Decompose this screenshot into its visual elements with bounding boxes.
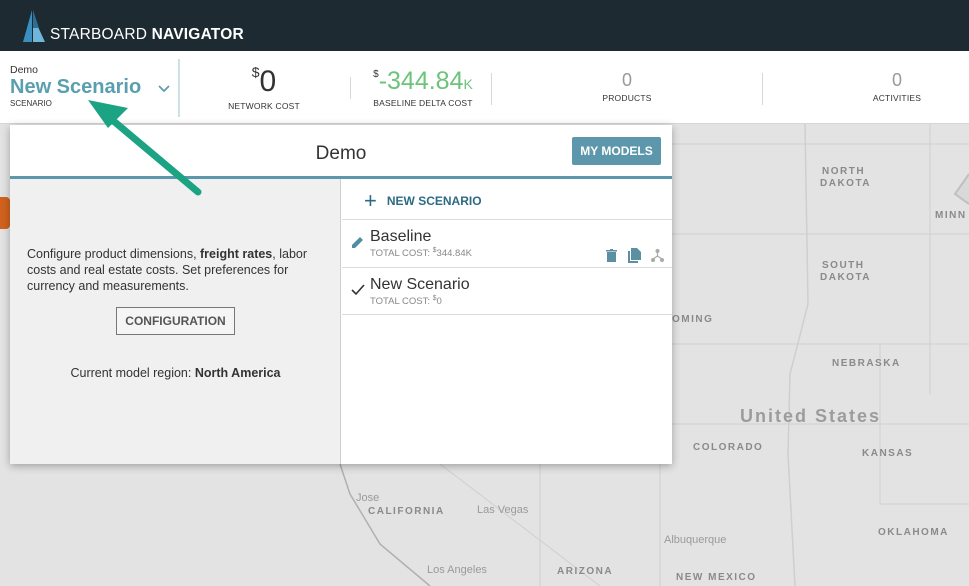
scenario-label: SCENARIO — [10, 99, 52, 108]
map-label: Los Angeles — [427, 564, 487, 576]
stats-bar: Demo New Scenario SCENARIO $0 NETWORK CO… — [0, 51, 969, 124]
map-label: NEW MEXICO — [676, 572, 757, 583]
plus-icon: + — [364, 188, 377, 213]
baseline-delta-stat: $-344.84K BASELINE DELTA COST — [360, 69, 486, 109]
scenario-selector[interactable]: Demo New Scenario SCENARIO — [0, 51, 180, 124]
scenario-row-baseline[interactable]: Baseline TOTAL COST: $344.84K — [342, 220, 672, 267]
baseline-delta-number: -344.84 — [378, 67, 464, 95]
baseline-delta-suffix: K — [463, 76, 473, 92]
map-label: COLORADO — [693, 442, 764, 453]
network-cost-stat: $0 NETWORK COST — [218, 65, 310, 111]
map-label: DAKOTA — [820, 272, 872, 283]
activities-label: ACTIVITIES — [872, 93, 922, 103]
trash-icon[interactable] — [604, 248, 619, 263]
scenario-model-name: Demo — [10, 64, 39, 76]
scenario-name: New Scenario — [370, 276, 470, 293]
scenario-name: Baseline — [370, 228, 432, 245]
map-label: KANSAS — [862, 448, 914, 459]
divider — [491, 73, 492, 105]
network-cost-label: NETWORK COST — [228, 101, 300, 111]
products-label: PRODUCTS — [602, 93, 652, 103]
brand-light-text: STARBOARD — [50, 26, 152, 43]
map-label: SOUTH — [822, 260, 865, 271]
baseline-delta-value: $-344.84K — [360, 69, 486, 94]
divider — [342, 314, 672, 315]
map-label: MINN — [935, 210, 967, 221]
region-prefix: Current model region: — [70, 366, 195, 380]
activities-value: 0 — [891, 70, 902, 90]
configuration-pane: Configure product dimensions, freight ra… — [10, 179, 341, 464]
config-text-part: Configure product dimensions, — [27, 247, 201, 261]
cost-suffix: K — [465, 248, 472, 259]
map-label: Albuquerque — [664, 534, 727, 546]
map-label: OKLAHOMA — [878, 527, 949, 538]
currency-symbol: $ — [251, 64, 260, 80]
region-value: North America — [194, 366, 281, 380]
map-label: NORTH — [822, 166, 866, 177]
scenario-panel: Demo MY MODELS Configure product dimensi… — [10, 125, 672, 464]
new-scenario-label: NEW SCENARIO — [386, 194, 482, 208]
app-header: STARBOARD NAVIGATOR — [0, 0, 969, 51]
scenario-name: New Scenario — [10, 76, 142, 98]
scenario-total-cost: TOTAL COST: $0 — [370, 295, 442, 307]
map-label: OMING — [672, 314, 714, 325]
sailboat-logo-icon — [23, 10, 45, 42]
my-models-button[interactable]: MY MODELS — [572, 137, 661, 165]
map-label: ARIZONA — [557, 566, 614, 577]
network-cost-value: $0 — [218, 65, 310, 97]
cost-value: 344.84 — [436, 248, 466, 259]
map-label: Jose — [356, 492, 380, 504]
scenario-total-cost: TOTAL COST: $344.84K — [370, 247, 472, 259]
scenario-row-new-scenario[interactable]: New Scenario TOTAL COST: $0 — [342, 268, 672, 315]
map-label: Las Vegas — [477, 504, 529, 516]
scenario-row-actions — [604, 248, 665, 263]
configuration-button[interactable]: CONFIGURATION — [116, 307, 235, 335]
baseline-delta-label: BASELINE DELTA COST — [373, 98, 473, 108]
divider — [350, 77, 351, 99]
divider — [762, 73, 763, 105]
config-text-bold: freight rates — [200, 247, 273, 261]
products-stat: 0 PRODUCTS — [582, 71, 672, 103]
cost-prefix: TOTAL COST: — [370, 248, 433, 259]
configuration-description: Configure product dimensions, freight ra… — [27, 246, 327, 294]
scenario-list-pane: + NEW SCENARIO Baseline TOTAL COST: $344… — [342, 179, 672, 464]
map-label: DAKOTA — [820, 178, 872, 189]
brand-bold-text: NAVIGATOR — [151, 26, 244, 43]
divider — [178, 59, 180, 117]
products-value: 0 — [621, 70, 632, 90]
model-region: Current model region: North America — [10, 366, 341, 380]
app-brand: STARBOARD NAVIGATOR — [50, 26, 244, 44]
cost-prefix: TOTAL COST: — [370, 296, 433, 307]
chevron-down-icon[interactable] — [157, 81, 171, 95]
pencil-edit-icon[interactable] — [350, 234, 366, 250]
map-label: NEBRASKA — [832, 358, 901, 369]
checkmark-icon — [351, 284, 365, 296]
copy-icon[interactable] — [627, 248, 642, 263]
map-label: United States — [740, 406, 882, 426]
cost-value: 0 — [436, 296, 442, 307]
network-cost-number: 0 — [259, 65, 277, 98]
new-scenario-button[interactable]: + NEW SCENARIO — [364, 189, 482, 213]
activities-stat: 0 ACTIVITIES — [852, 71, 942, 103]
network-icon[interactable] — [650, 248, 665, 263]
map-marker-icon[interactable] — [0, 197, 10, 229]
map-label: CALIFORNIA — [368, 506, 445, 517]
